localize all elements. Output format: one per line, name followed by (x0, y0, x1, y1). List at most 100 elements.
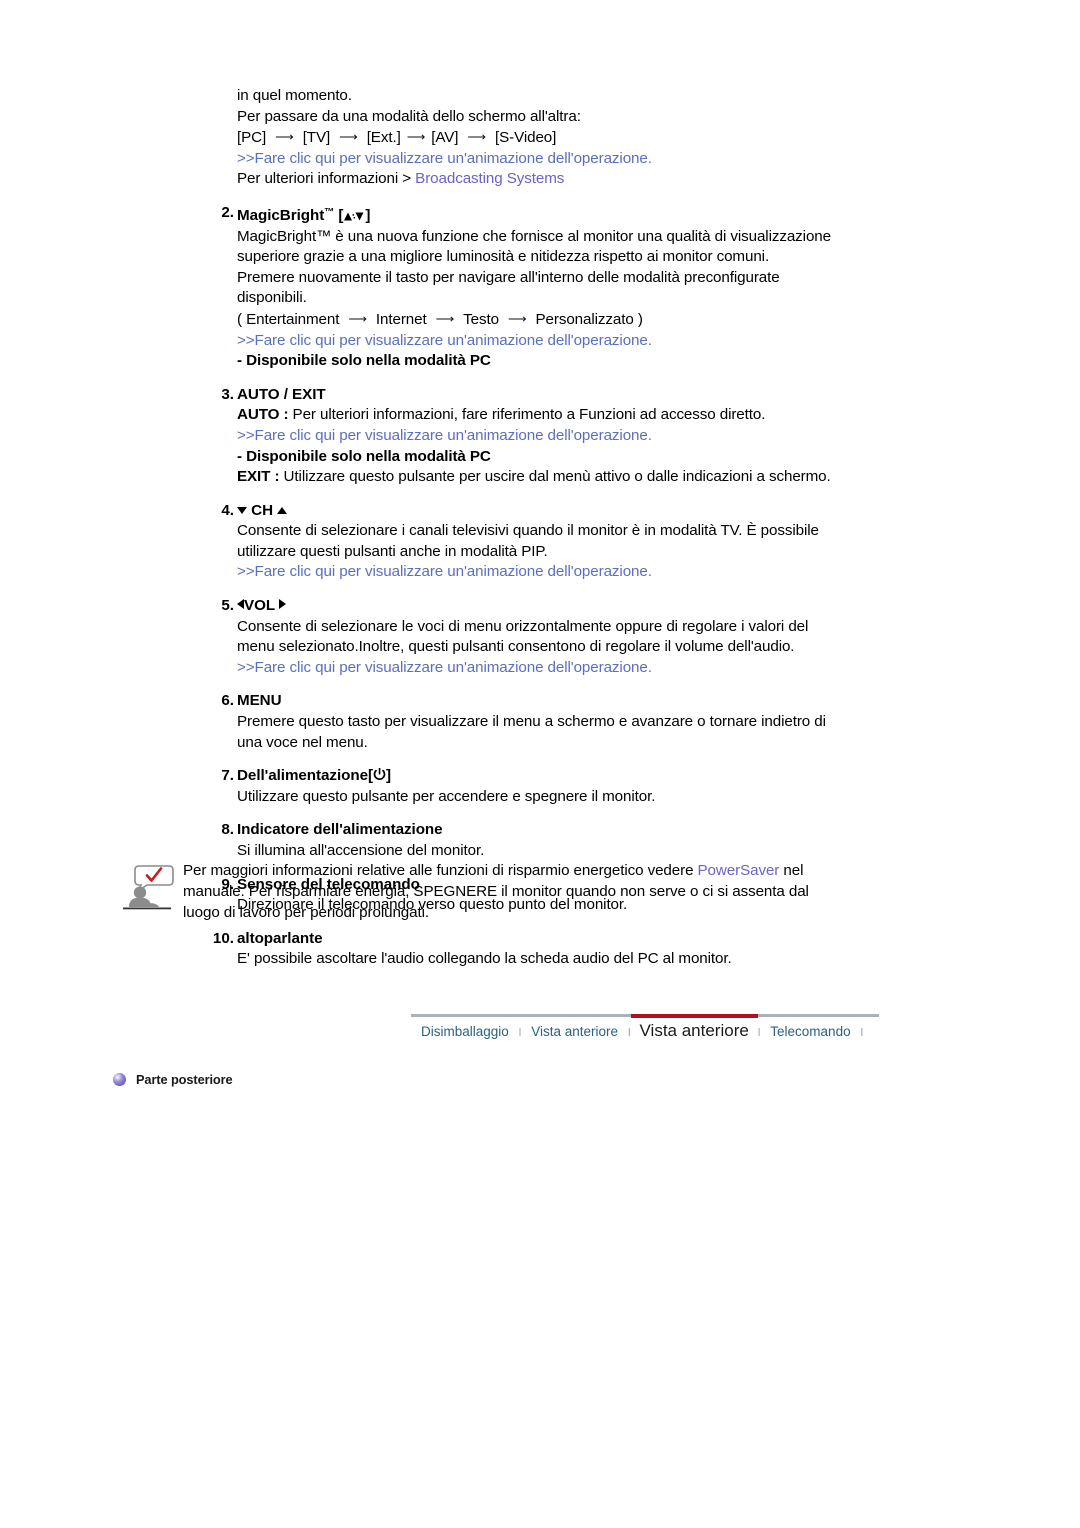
mode-personalizzato: Personalizzato ) (535, 310, 643, 328)
item-number: 3. (221, 385, 234, 403)
brightness-icon (343, 208, 365, 221)
intro-line-1: in quel momento. (237, 87, 352, 104)
item-body-line: una voce nel menu. (237, 733, 368, 751)
list-item-power-indicator: 8. Indicatore dell'alimentazione Si illu… (221, 820, 897, 861)
item-title: VOL (237, 596, 897, 617)
arrow-right-icon: ⟶ (275, 129, 294, 145)
list-item-speaker: 10. altoparlante E' possibile ascoltare … (213, 929, 897, 970)
tab-vista-anteriore-1[interactable]: Vista anteriore (521, 1022, 628, 1042)
item-body-line: Premere nuovamente il tasto per navigare… (237, 268, 780, 286)
item-number: 4. (221, 501, 234, 519)
item-title-suffix: ] (386, 767, 392, 785)
item-number: 2. (221, 203, 234, 221)
item-body-line: Consente di selezionare i canali televis… (237, 522, 819, 540)
animation-link-magicbright[interactable]: >>Fare clic qui per visualizzare un'anim… (237, 331, 897, 352)
note-line-1-post: nel (779, 862, 804, 879)
item-body-line: Premere questo tasto per visualizzare il… (237, 713, 826, 731)
note-line-1-pre: Per maggiori informazioni relative alle … (183, 862, 698, 879)
item-title: altoparlante (237, 929, 323, 947)
more-info-prefix: Per ulteriori informazioni > (237, 170, 416, 188)
item-title: AUTO / EXIT (237, 385, 326, 403)
manual-page: in quel momento. Per passare da una moda… (0, 0, 1080, 1528)
arrow-right-icon: ⟶ (507, 310, 527, 326)
mode-av: [AV] (431, 129, 459, 147)
mode-sequence-source: [PC] ⟶ [TV] ⟶ [Ext.] ⟶ [AV] ⟶ [S-Video] (237, 127, 897, 149)
list-item-menu: 6. MENU Premere questo tasto per visuali… (221, 691, 897, 753)
item-title: CH (237, 501, 897, 522)
arrow-right-icon: ⟶ (348, 310, 367, 326)
auto-description: AUTO : Per ulteriori informazioni, fare … (237, 405, 897, 426)
animation-link-ch[interactable]: >>Fare clic qui per visualizzare un'anim… (237, 562, 897, 583)
section-link-label: Parte posteriore (136, 1072, 233, 1087)
item-body-line: superiore grazie a una migliore luminosi… (237, 248, 770, 266)
item-body-line: Si illumina all'accensione del monitor. (237, 842, 485, 859)
item-title: MENU (237, 692, 282, 710)
note-line-3: luogo di lavoro per periodi prolungati. (183, 903, 430, 921)
broadcasting-systems-link[interactable]: Broadcasting Systems (415, 170, 564, 187)
list-item-ch: 4. CH Consente di selezionare i canali t… (221, 501, 897, 583)
animation-link-auto[interactable]: >>Fare clic qui per visualizzare un'anim… (237, 426, 897, 447)
item-number: 6. (221, 692, 234, 710)
tab-telecomando[interactable]: Telecomando (760, 1022, 860, 1042)
tab-separator: l (860, 1027, 864, 1039)
exit-label: EXIT : (237, 468, 280, 486)
item-body-line: menu selezionato.Inoltre, questi pulsant… (237, 638, 795, 656)
item-title: MagicBright™ [] (237, 203, 897, 227)
item-body-line: utilizzare questi pulsanti anche in moda… (237, 542, 548, 560)
note-box: Per maggiori informazioni relative alle … (123, 861, 883, 923)
note-line-2: manuale. Per risparmiare energia, SPEGNE… (183, 882, 809, 900)
bracket-close: ] (365, 206, 371, 224)
item-title: Dell'alimentazione[] (237, 766, 897, 787)
tab-active-underline (630, 1014, 758, 1018)
triangle-down-icon (237, 506, 247, 514)
arrow-right-icon: ⟶ (435, 310, 455, 326)
item-body-line: E' possibile ascoltare l'audio collegand… (237, 950, 732, 968)
intro-line-2: Per passare da una modalità dello scherm… (237, 107, 581, 125)
arrow-right-icon: ⟶ (467, 129, 486, 145)
mode-entertainment: ( Entertainment (237, 310, 340, 328)
arrow-right-icon: ⟶ (406, 129, 426, 145)
section-link-parte-posteriore[interactable]: Parte posteriore (113, 1072, 233, 1087)
note-person-checkmark-icon (123, 863, 179, 915)
auto-text: Per ulteriori informazioni, fare riferim… (288, 406, 766, 424)
arrow-right-icon: ⟶ (339, 129, 358, 145)
item-number: 8. (221, 821, 234, 839)
availability-note: - Disponibile solo nella modalità PC (237, 352, 491, 370)
exit-description: EXIT : Utilizzare questo pulsante per us… (237, 467, 897, 488)
list-item-vol: 5. VOL Consente di selezionare le voci d… (221, 596, 897, 679)
more-info-line: Per ulteriori informazioni > Broadcastin… (237, 169, 897, 190)
item-number: 7. (221, 767, 234, 785)
mode-testo: Testo (463, 310, 499, 328)
powersaver-link[interactable]: PowerSaver (698, 862, 780, 879)
item-title: Indicatore dell'alimentazione (237, 821, 443, 839)
availability-note: - Disponibile solo nella modalità PC (237, 447, 491, 465)
animation-link-intro[interactable]: >>Fare clic qui per visualizzare un'anim… (237, 149, 897, 170)
trademark-symbol: ™ (324, 206, 335, 218)
triangle-up-icon (277, 506, 288, 514)
triangle-right-icon (278, 599, 286, 610)
triangle-left-icon (237, 599, 244, 610)
tab-disimballaggio[interactable]: Disimballaggio (411, 1022, 519, 1042)
list-item-power: 7. Dell'alimentazione[] Utilizzare quest… (221, 766, 897, 807)
list-item-auto-exit: 3. AUTO / EXIT AUTO : Per ulteriori info… (221, 385, 897, 488)
intro-block: in quel momento. Per passare da una moda… (237, 86, 897, 190)
tab-list: Disimballaggio l Vista anteriore l Vista… (411, 1021, 879, 1043)
magicbright-mode-sequence: ( Entertainment ⟶ Internet ⟶ Testo ⟶ Personali… (237, 309, 897, 331)
note-line-1: Per maggiori informazioni relative alle … (183, 861, 883, 882)
list-item-magicbright: 2. MagicBright™ [] MagicBright™ è una nu… (221, 203, 897, 372)
mode-internet: Internet (375, 310, 427, 328)
item-title-text: VOL (244, 597, 275, 615)
item-body-line: disponibili. (237, 289, 307, 307)
tab-vista-anteriore-active[interactable]: Vista anteriore (631, 1021, 758, 1041)
item-title-text: MagicBright (237, 206, 325, 224)
item-title-text: Dell'alimentazione[ (237, 767, 374, 785)
power-icon (373, 768, 386, 782)
purple-sphere-bullet-icon (113, 1073, 126, 1086)
mode-ext: [Ext.] (366, 129, 401, 147)
item-body-line: Utilizzare questo pulsante per accendere… (237, 787, 656, 805)
item-title-text: CH (251, 501, 274, 519)
mode-pc: [PC] (237, 129, 267, 147)
exit-text: Utilizzare questo pulsante per uscire da… (279, 468, 831, 486)
mode-svideo: [S-Video] (494, 129, 557, 147)
animation-link-vol[interactable]: >>Fare clic qui per visualizzare un'anim… (237, 658, 897, 679)
